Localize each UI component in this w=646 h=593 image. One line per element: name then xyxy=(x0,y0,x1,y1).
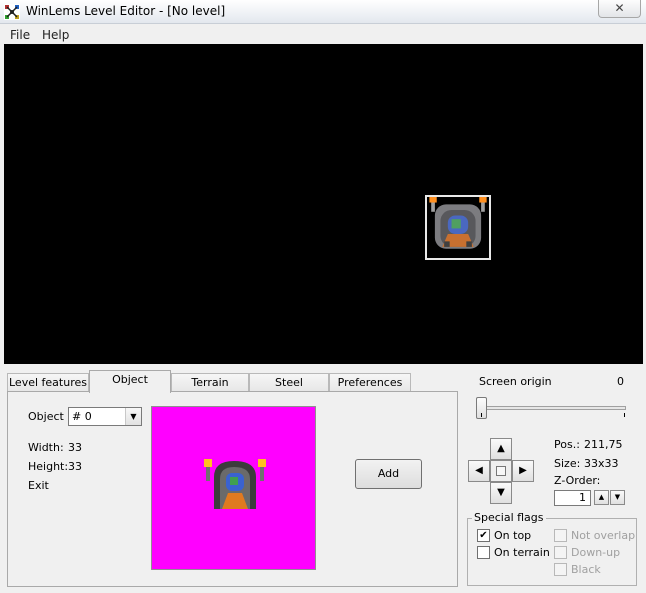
window-title: WinLems Level Editor - [No level] xyxy=(26,4,226,18)
checkmark-icon: ✔ xyxy=(479,530,488,541)
width-value: 33 xyxy=(68,441,82,454)
black-checkbox[interactable] xyxy=(554,563,567,576)
down-up-label: Down-up xyxy=(571,546,621,559)
exit-gate-icon xyxy=(429,197,487,249)
menu-bar: File Help xyxy=(0,25,646,44)
size-label: Size: xyxy=(554,457,581,470)
zorder-up-icon[interactable]: ▲ xyxy=(594,490,609,505)
arrow-down-icon[interactable]: ▼ xyxy=(490,482,512,504)
slider-tick xyxy=(481,413,482,417)
tab-terrain[interactable]: Terrain xyxy=(171,373,249,392)
screen-origin-value: 0 xyxy=(617,375,624,388)
zorder-down-icon[interactable]: ▼ xyxy=(610,490,625,505)
pos-value: 211,75 xyxy=(584,438,623,451)
object-label: Object xyxy=(28,410,64,423)
pos-label: Pos.: xyxy=(554,438,580,451)
arrow-right-icon[interactable]: ▶ xyxy=(512,460,534,482)
black-label: Black xyxy=(571,563,601,576)
title-bar: WinLems Level Editor - [No level] ✕ xyxy=(0,0,646,24)
exit-object-sprite[interactable] xyxy=(425,195,491,260)
on-terrain-label: On terrain xyxy=(494,546,550,559)
on-terrain-checkbox[interactable] xyxy=(477,546,490,559)
close-button[interactable]: ✕ xyxy=(598,0,641,18)
arrow-left-icon[interactable]: ◀ xyxy=(468,460,490,482)
object-select[interactable]: # 0 ▼ xyxy=(68,407,142,426)
size-value: 33x33 xyxy=(584,457,619,470)
width-label: Width: xyxy=(28,441,64,454)
object-select-value: # 0 xyxy=(72,410,92,423)
winlems-app-icon xyxy=(4,4,20,20)
height-value: 33 xyxy=(68,460,82,473)
tab-strip: Level features Object Terrain Steel Pref… xyxy=(7,370,467,393)
special-flags-title: Special flags xyxy=(472,511,546,524)
tab-object[interactable]: Object xyxy=(89,370,171,393)
level-canvas[interactable] xyxy=(4,44,643,364)
zorder-input[interactable]: 1 xyxy=(554,490,591,506)
arrow-up-icon[interactable]: ▲ xyxy=(490,438,512,460)
menu-file[interactable]: File xyxy=(10,28,30,42)
chevron-down-icon[interactable]: ▼ xyxy=(125,408,141,425)
object-preview xyxy=(151,406,316,570)
slider-tick xyxy=(624,413,625,417)
on-top-label: On top xyxy=(494,529,532,542)
close-icon: ✕ xyxy=(614,1,625,15)
height-label: Height: xyxy=(28,460,69,473)
object-tab-panel: Object # 0 ▼ Width: 33 Height: 33 Exit A… xyxy=(7,391,458,587)
tab-steel[interactable]: Steel xyxy=(249,373,329,392)
not-overlap-checkbox[interactable] xyxy=(554,529,567,542)
screen-origin-label: Screen origin xyxy=(479,375,552,388)
exit-gate-preview-icon xyxy=(204,459,266,509)
dpad-center-button[interactable] xyxy=(490,460,512,482)
on-top-checkbox[interactable]: ✔ xyxy=(477,529,490,542)
zorder-label: Z-Order: xyxy=(554,474,601,487)
tab-preferences[interactable]: Preferences xyxy=(329,373,411,392)
down-up-checkbox[interactable] xyxy=(554,546,567,559)
editor-panel: Level features Object Terrain Steel Pref… xyxy=(4,366,643,590)
screen-origin-slider-track[interactable] xyxy=(478,406,626,410)
add-button[interactable]: Add xyxy=(355,459,422,489)
tab-level-features[interactable]: Level features xyxy=(7,373,89,392)
menu-help[interactable]: Help xyxy=(42,28,69,42)
object-type-text: Exit xyxy=(28,479,49,492)
not-overlap-label: Not overlap xyxy=(571,529,636,542)
